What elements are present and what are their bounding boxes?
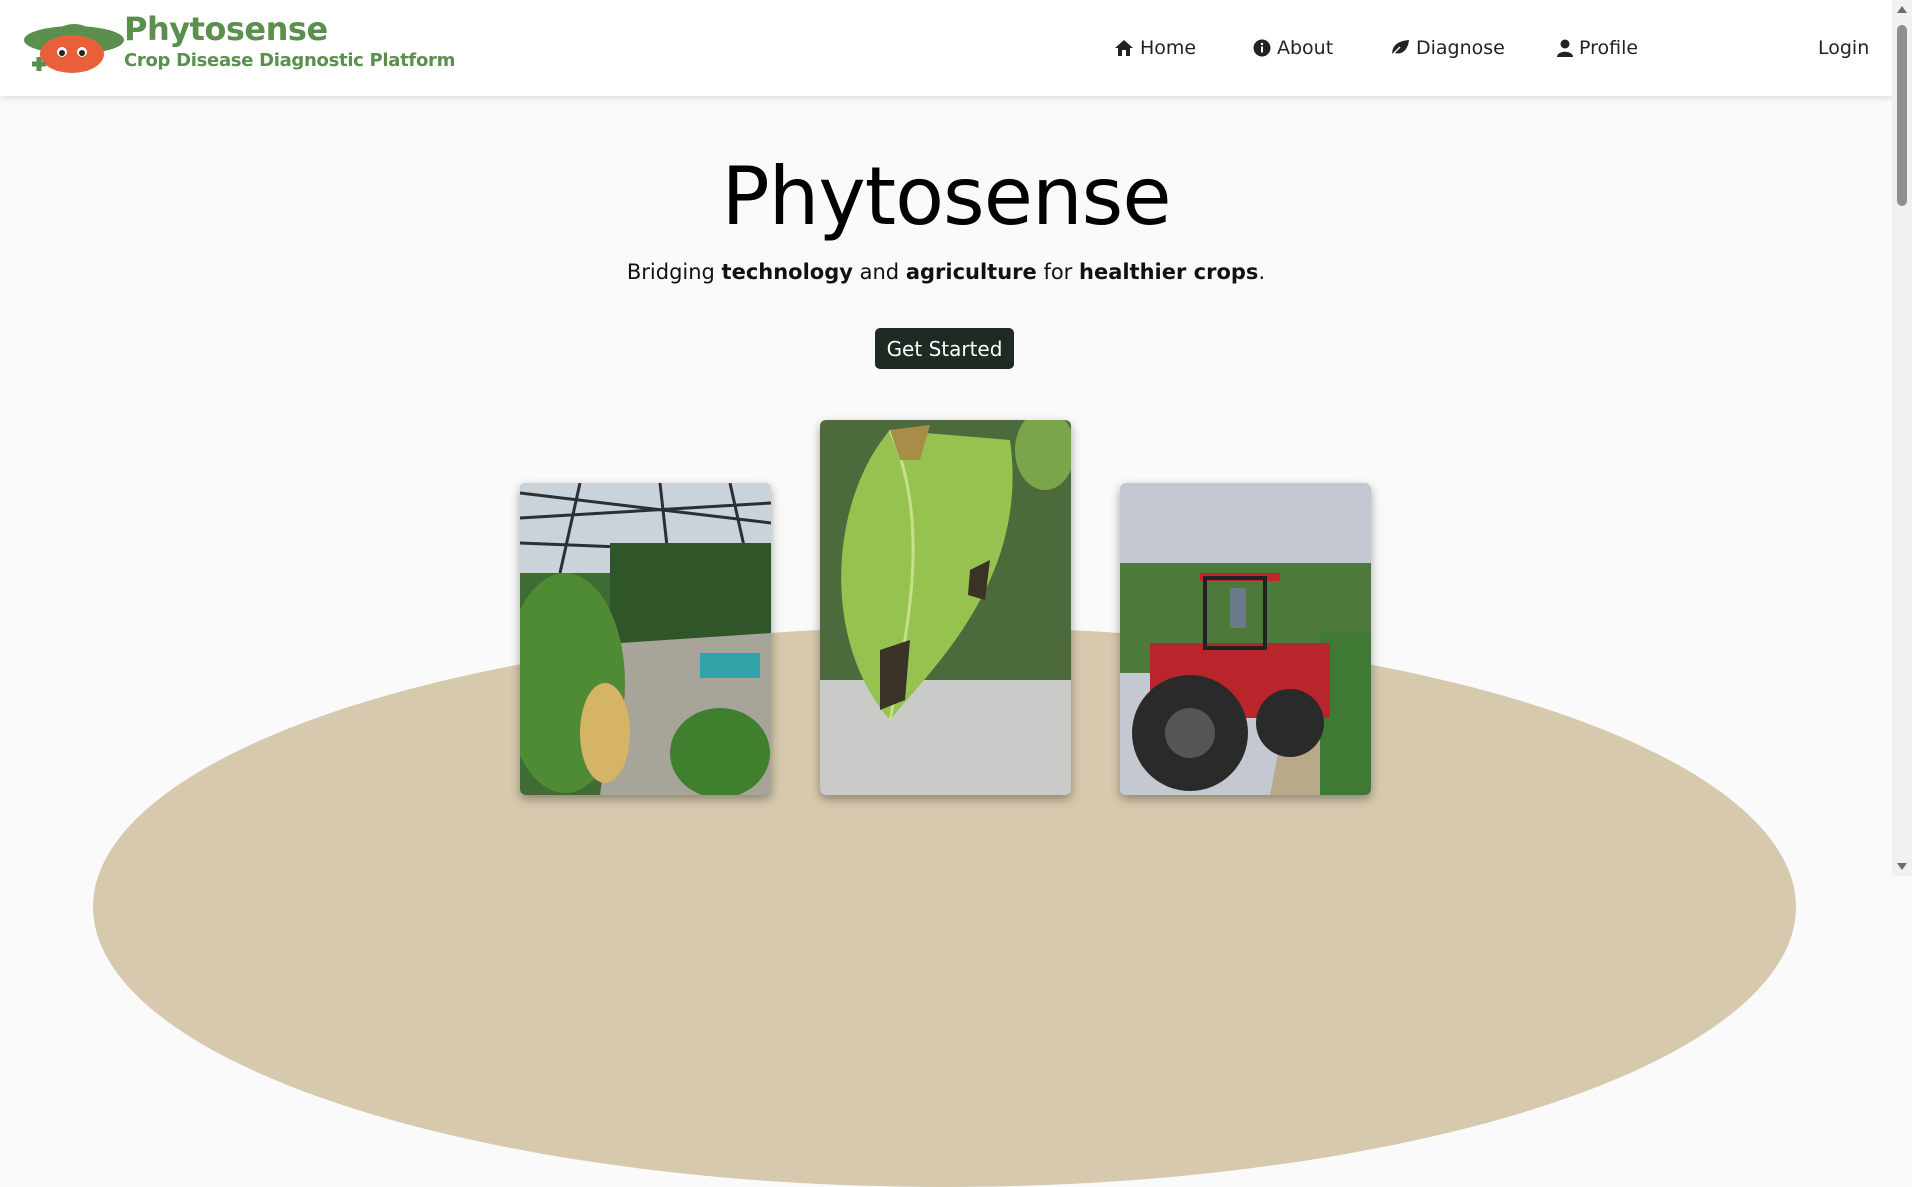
leaf-icon xyxy=(1390,40,1409,57)
nav-home-label: Home xyxy=(1140,37,1197,59)
nav-home[interactable]: Home xyxy=(1114,34,1196,62)
diseased-leaf-photo xyxy=(820,420,1071,795)
nav-profile[interactable]: Profile xyxy=(1557,34,1638,62)
get-started-button[interactable]: Get Started xyxy=(875,328,1014,369)
nav-diagnose[interactable]: Diagnose xyxy=(1390,34,1505,62)
nav-login[interactable]: Login xyxy=(1818,34,1869,62)
nav-about-label: About xyxy=(1277,37,1334,59)
nav-about[interactable]: About xyxy=(1253,34,1333,62)
nav-profile-label: Profile xyxy=(1579,37,1639,59)
scroll-down-arrow-icon[interactable] xyxy=(1897,863,1907,870)
user-icon xyxy=(1557,39,1573,57)
scroll-thumb[interactable] xyxy=(1897,25,1907,206)
scroll-up-arrow-icon[interactable] xyxy=(1897,6,1907,13)
tractor-photo xyxy=(1120,483,1371,795)
info-circle-icon xyxy=(1253,39,1271,57)
site-header: Phytosense Crop Disease Diagnostic Platf… xyxy=(0,0,1892,96)
page-scrollbar[interactable] xyxy=(1892,0,1912,876)
logo-icon[interactable] xyxy=(22,12,126,74)
brand-tagline: Crop Disease Diagnostic Platform xyxy=(124,50,456,71)
home-icon xyxy=(1115,40,1133,56)
nav-diagnose-label: Diagnose xyxy=(1416,37,1505,59)
hero-title: Phytosense xyxy=(721,150,1171,243)
greenhouse-photo xyxy=(520,483,771,795)
brand-name[interactable]: Phytosense xyxy=(124,10,328,48)
hero-subtitle: Bridging technology and agriculture for … xyxy=(626,260,1266,284)
